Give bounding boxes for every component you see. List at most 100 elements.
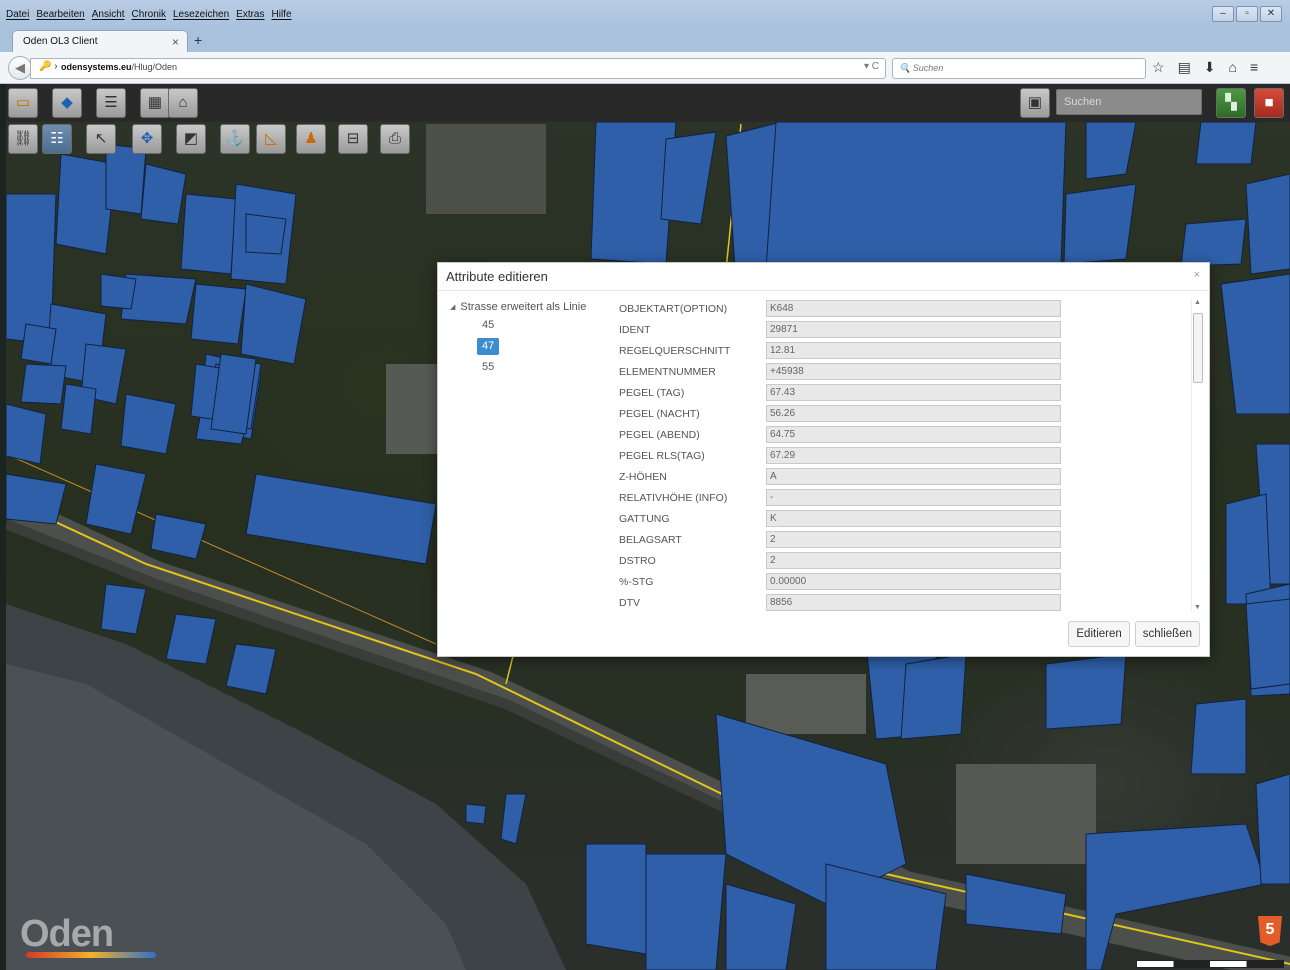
field-label: PEGEL (ABEND) xyxy=(619,429,700,441)
field-label: REGELQUERSCHNITT xyxy=(619,345,731,357)
tab-title: Oden OL3 Client xyxy=(23,36,98,47)
tree-node-55[interactable]: 55 xyxy=(477,359,499,376)
attribute-row: RELATIVHÖHE (INFO) - xyxy=(616,488,1191,509)
reload-icon[interactable]: ▾ C xyxy=(864,61,879,72)
map-overview-icon[interactable]: ▣ xyxy=(1020,88,1050,118)
bookmark-star-icon[interactable]: ☆ xyxy=(1152,59,1165,76)
layer-list-icon[interactable]: ☰ xyxy=(96,88,126,118)
field-label: %-STG xyxy=(619,576,654,588)
logout-icon[interactable]: ■ xyxy=(1254,88,1284,118)
attribute-row: ELEMENTNUMMER +45938 xyxy=(616,362,1191,383)
edit-button[interactable]: Editieren xyxy=(1068,621,1130,647)
field-input[interactable]: 29871 xyxy=(766,321,1061,338)
map-layer-icon[interactable]: ▚ xyxy=(1216,88,1246,118)
url-bar[interactable]: 🔑 › odensystems.eu/Hlug/Oden ▾ C xyxy=(30,58,886,79)
field-input[interactable]: - xyxy=(766,489,1061,506)
minimize-icon[interactable]: – xyxy=(1212,6,1234,22)
dialog-header: Attribute editieren × xyxy=(438,263,1209,291)
edit-features-icon[interactable]: ☷ xyxy=(42,124,72,154)
menu-extras[interactable]: Extras xyxy=(236,9,264,20)
tree-root-label: Strasse erweitert als Linie xyxy=(460,301,587,313)
scroll-thumb[interactable] xyxy=(1193,313,1203,383)
menu-lesezeichen[interactable]: Lesezeichen xyxy=(173,9,229,20)
field-input[interactable]: 8856 xyxy=(766,594,1061,611)
field-label: BELAGSART xyxy=(619,534,682,546)
attribute-fields: OBJEKTART(OPTION) K648 IDENT 29871 REGELQU… xyxy=(616,299,1191,611)
print-icon[interactable]: ⎙ xyxy=(380,124,410,154)
field-input[interactable]: 67.29 xyxy=(766,447,1061,464)
url-host: odensystems.eu xyxy=(61,62,132,72)
close-window-icon[interactable]: ✕ xyxy=(1260,6,1282,22)
tree-root-node[interactable]: ◢ Strasse erweitert als Linie xyxy=(450,301,620,313)
feature-tree: ◢ Strasse erweitert als Linie 45 47 55 xyxy=(450,301,620,376)
expand-triangle-icon[interactable]: ◢ xyxy=(450,303,455,311)
calculator-icon[interactable]: ▦ xyxy=(140,88,170,118)
browser-tab[interactable]: Oden OL3 Client × xyxy=(12,30,188,53)
navigation-bar: ◀ 🔑 › odensystems.eu/Hlug/Oden ▾ C 🔍 Suc… xyxy=(0,52,1290,84)
attribute-row: PEGEL (ABEND) 64.75 xyxy=(616,425,1191,446)
field-input[interactable]: 0.00000 xyxy=(766,573,1061,590)
menu-ansicht[interactable]: Ansicht xyxy=(92,9,125,20)
field-input[interactable]: 67.43 xyxy=(766,384,1061,401)
attribute-row: GATTUNG K xyxy=(616,509,1191,530)
tree-node-45[interactable]: 45 xyxy=(477,317,499,334)
attribute-row: PEGEL (TAG) 67.43 xyxy=(616,383,1191,404)
bookmarks-list-icon[interactable]: ▤ xyxy=(1178,59,1191,76)
scroll-down-icon[interactable]: ▼ xyxy=(1194,604,1201,611)
field-input[interactable]: +45938 xyxy=(766,363,1061,380)
browser-search-input[interactable]: 🔍 Suchen xyxy=(892,58,1146,79)
logo-swoosh xyxy=(26,952,156,958)
select-arrow-icon[interactable]: ↖ xyxy=(86,124,116,154)
tree-node-47[interactable]: 47 xyxy=(477,338,500,355)
close-icon[interactable]: × xyxy=(1194,269,1200,281)
measure-area-icon[interactable]: ◩ xyxy=(176,124,206,154)
html5-badge-icon: 5 xyxy=(1258,916,1282,946)
field-label: GATTUNG xyxy=(619,513,670,525)
home-icon[interactable]: ⌂ xyxy=(1229,59,1237,76)
info-icon[interactable]: ◆ xyxy=(52,88,82,118)
scale-bar xyxy=(1136,960,1284,968)
database-icon[interactable]: ⊟ xyxy=(338,124,368,154)
menu-datei[interactable]: Datei xyxy=(6,9,29,20)
field-label: PEGEL (TAG) xyxy=(619,387,685,399)
draw-point-icon[interactable]: ⚓ xyxy=(220,124,250,154)
close-button[interactable]: schließen xyxy=(1134,621,1200,647)
menu-chronik[interactable]: Chronik xyxy=(132,9,166,20)
oden-logo: Oden xyxy=(20,913,114,955)
field-input[interactable]: K648 xyxy=(766,300,1061,317)
field-label: PEGEL (NACHT) xyxy=(619,408,700,420)
menu-bearbeiten[interactable]: Bearbeiten xyxy=(36,9,84,20)
pan-move-icon[interactable]: ✥ xyxy=(132,124,162,154)
field-label: IDENT xyxy=(619,324,651,336)
field-input[interactable]: A xyxy=(766,468,1061,485)
attribute-row: PEGEL RLS(TAG) 67.29 xyxy=(616,446,1191,467)
attribute-row: IDENT 29871 xyxy=(616,320,1191,341)
scroll-up-icon[interactable]: ▲ xyxy=(1194,299,1201,306)
street-view-icon[interactable]: ♟ xyxy=(296,124,326,154)
attribute-edit-dialog: Attribute editieren × ◢ Strasse erweitert… xyxy=(437,262,1210,657)
home-map-icon[interactable]: ⌂ xyxy=(168,88,198,118)
field-label: OBJEKTART(OPTION) xyxy=(619,303,728,315)
download-icon[interactable]: ⬇ xyxy=(1204,59,1216,76)
field-input[interactable]: 2 xyxy=(766,552,1061,569)
map-search-input[interactable]: Suchen xyxy=(1056,89,1202,115)
field-input[interactable]: 12.81 xyxy=(766,342,1061,359)
menu-hamburger-icon[interactable]: ≡ xyxy=(1250,59,1258,76)
dialog-footer: Editieren schließen xyxy=(1068,621,1200,647)
field-input[interactable]: 64.75 xyxy=(766,426,1061,443)
back-arrow-icon[interactable]: ◀ xyxy=(8,56,32,80)
fields-scrollbar[interactable]: ▲ ▼ xyxy=(1191,299,1203,611)
ruler-icon[interactable]: ◺ xyxy=(256,124,286,154)
field-input[interactable]: 2 xyxy=(766,531,1061,548)
attribute-row: %-STG 0.00000 xyxy=(616,572,1191,593)
new-tab-icon[interactable]: + xyxy=(194,32,202,48)
site-identity-icon[interactable]: 🔑 › xyxy=(39,61,58,72)
folder-icon[interactable]: ▭ xyxy=(8,88,38,118)
maximize-icon[interactable]: ▫ xyxy=(1236,6,1258,22)
binoculars-icon[interactable]: ⛓ xyxy=(8,124,38,154)
tab-close-icon[interactable]: × xyxy=(172,35,179,49)
menu-hilfe[interactable]: Hilfe xyxy=(272,9,292,20)
field-label: ELEMENTNUMMER xyxy=(619,366,716,378)
field-input[interactable]: K xyxy=(766,510,1061,527)
field-input[interactable]: 56.26 xyxy=(766,405,1061,422)
